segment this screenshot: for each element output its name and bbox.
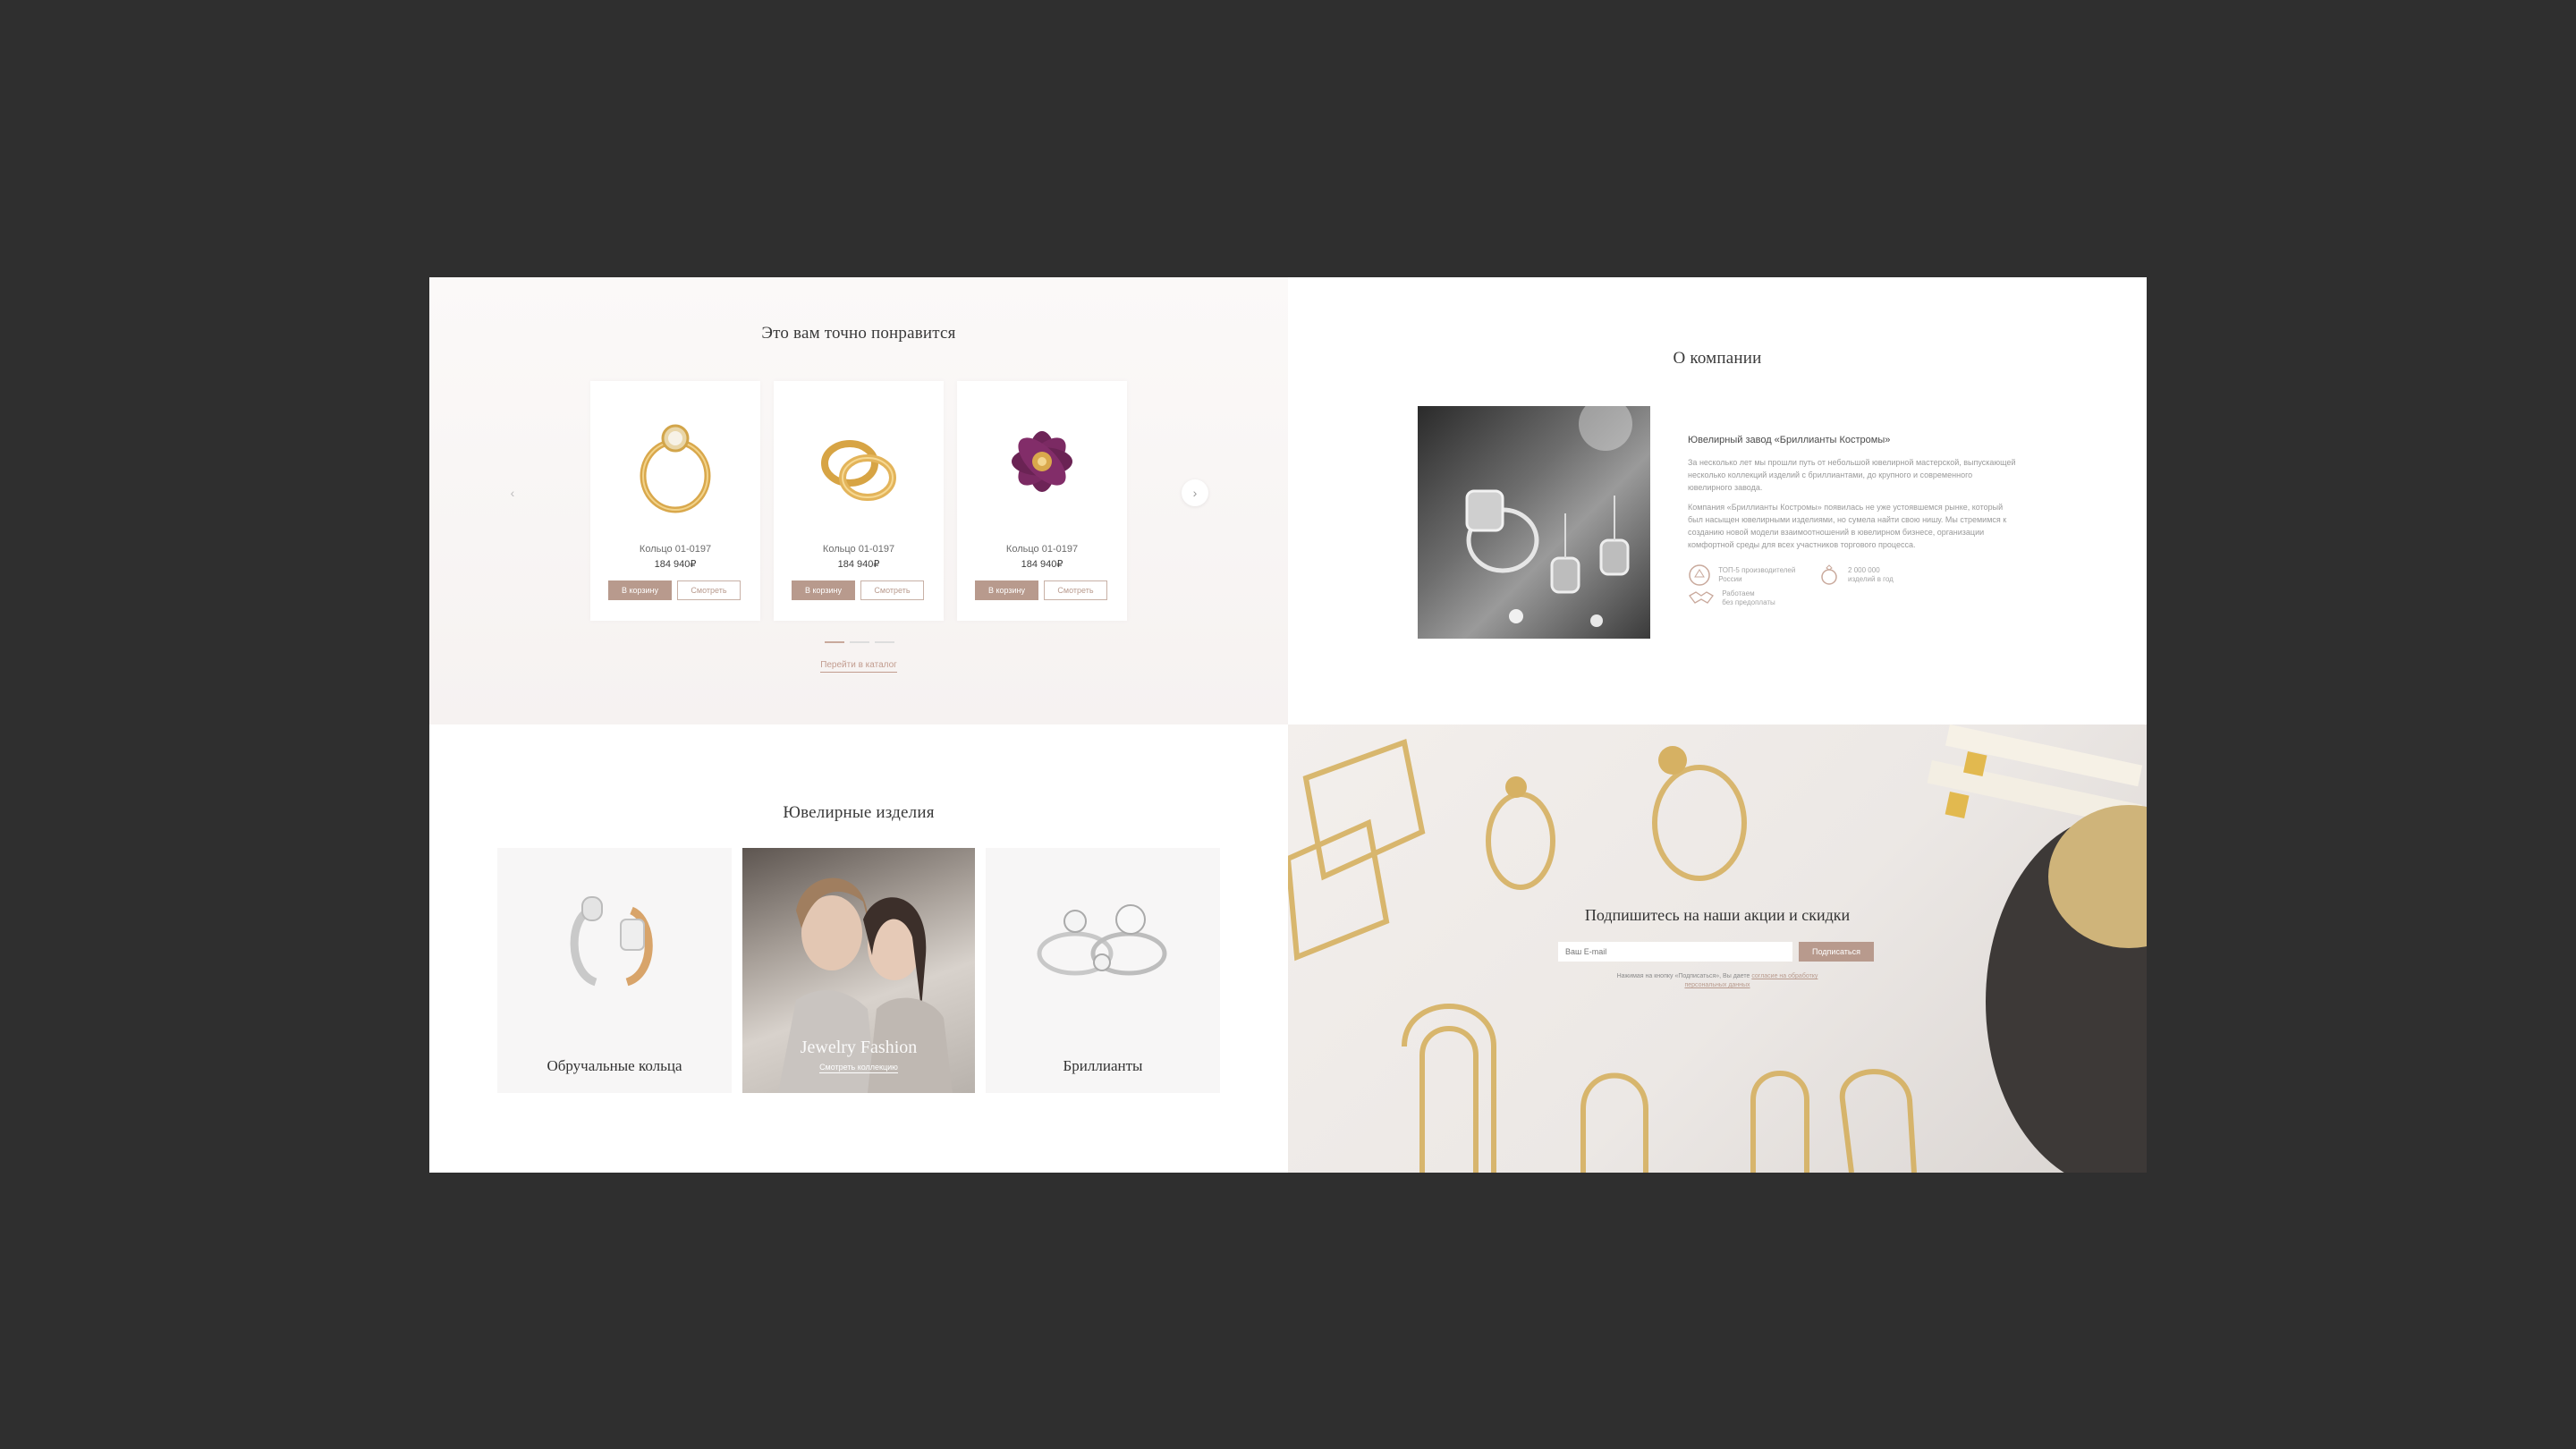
wedding-rings-icon (821, 440, 896, 501)
add-to-cart-button[interactable]: В корзину (975, 580, 1038, 600)
carousel-dots (825, 634, 900, 650)
feature-line: без предоплаты (1722, 598, 1775, 606)
category-label: Обручальные кольца (547, 1057, 682, 1074)
crest-icon (1689, 564, 1710, 586)
consent-link[interactable]: согласие на обработку (1751, 973, 1818, 979)
feature-item: 2 000 000 изделий в год (1818, 564, 1894, 587)
subscribe-section: Подпишитесь на наши акции и скидки Подпи… (1288, 724, 2147, 1173)
carousel-dot[interactable] (825, 640, 844, 643)
design-board: Это вам точно понравится ‹ › Кольцо 01-0… (429, 277, 2147, 1173)
diamond-rings-icon (1037, 904, 1167, 976)
product-name: Кольцо 01-0197 (822, 544, 895, 555)
prev-arrow-icon[interactable]: ‹ (499, 479, 526, 506)
jewelry-photo-icon (1465, 397, 1632, 627)
email-input[interactable] (1558, 942, 1792, 962)
category-card-wedding[interactable]: Обручальные кольца (497, 848, 732, 1093)
carousel-dot[interactable] (875, 640, 894, 643)
product-card[interactable]: Кольцо 01-0197 184 940₽ В корзину Смотре… (590, 381, 760, 621)
feature-line: Работаем (1722, 589, 1755, 597)
about-text: Ювелирный завод «Бриллианты Костромы» За… (1688, 435, 2019, 610)
subscribe-button[interactable]: Подписаться (1799, 942, 1874, 962)
catalog-link-label[interactable]: Перейти в каталог (820, 660, 897, 673)
consent-text: Нажимая на кнопку «Подписаться», Вы дает… (1616, 973, 1750, 979)
section-title: Это вам точно понравится (761, 324, 956, 343)
view-button[interactable]: Смотреть (1044, 580, 1107, 600)
category-label: Jewelry Fashion (800, 1038, 918, 1057)
category-card-diamonds[interactable]: Бриллианты (986, 848, 1220, 1093)
feature-line: изделий в год (1848, 575, 1894, 583)
product-price: 184 940₽ (1021, 559, 1063, 570)
about-photo (1418, 397, 1650, 639)
feature-line: России (1718, 575, 1742, 583)
feature-line: ТОП-5 производителей (1718, 566, 1796, 574)
section-title: Ювелирные изделия (783, 803, 935, 822)
features-row: ТОП-5 производителей России 2 000 000 изде… (1688, 564, 2019, 610)
feature-item: ТОП-5 производителей России (1688, 564, 1795, 587)
view-button[interactable]: Смотреть (677, 580, 741, 600)
carousel-dot[interactable] (850, 640, 869, 643)
about-paragraph: За несколько лет мы прошли путь от небол… (1688, 458, 2016, 492)
categories-section: Ювелирные изделия Обручальные кольца Jew… (429, 724, 1288, 1173)
gold-ring-icon (640, 424, 711, 513)
consent-note: Нажимая на кнопку «Подписаться», Вы дает… (1288, 972, 2147, 990)
view-collection-link[interactable]: Смотреть коллекцию (742, 1063, 975, 1073)
product-card[interactable]: Кольцо 01-0197 184 940₽ В корзину Смотре… (957, 381, 1127, 621)
next-arrow-icon[interactable]: › (1182, 479, 1208, 506)
about-heading: Ювелирный завод «Бриллианты Костромы» (1688, 435, 1891, 445)
product-card[interactable]: Кольцо 01-0197 184 940₽ В корзину Смотре… (774, 381, 944, 621)
about-section: О компании Ювелирный завод «Бриллианты К… (1288, 277, 2147, 724)
subscribe-title: Подпишитесь на наши акции и скидки (1584, 906, 1851, 924)
add-to-cart-button[interactable]: В корзину (792, 580, 855, 600)
product-price: 184 940₽ (837, 559, 880, 570)
product-name: Кольцо 01-0197 (639, 544, 712, 555)
view-collection-label[interactable]: Смотреть коллекцию (819, 1063, 898, 1073)
product-price: 184 940₽ (654, 559, 697, 570)
section-title: О компании (1673, 349, 1762, 368)
add-to-cart-button[interactable]: В корзину (608, 580, 672, 600)
recommendations-section: Это вам точно понравится ‹ › Кольцо 01-0… (429, 277, 1288, 724)
category-card-fashion[interactable]: Jewelry Fashion Смотреть коллекцию (742, 848, 975, 1093)
category-label: Бриллианты (1063, 1057, 1143, 1074)
view-button[interactable]: Смотреть (860, 580, 924, 600)
about-paragraph: Компания «Бриллианты Костромы» появилась… (1688, 503, 2007, 549)
feature-line: 2 000 000 (1848, 566, 1880, 574)
personal-data-link[interactable]: персональных данных (1684, 982, 1750, 988)
product-name: Кольцо 01-0197 (1005, 544, 1079, 555)
feature-item: Работаем без предоплаты (1688, 587, 1775, 610)
flower-ring-icon (1012, 431, 1072, 492)
handshake-icon (1689, 591, 1714, 604)
wedding-rings-icon (570, 896, 653, 987)
ring-icon (1821, 564, 1837, 585)
catalog-link[interactable]: Перейти в каталог (429, 660, 1288, 673)
